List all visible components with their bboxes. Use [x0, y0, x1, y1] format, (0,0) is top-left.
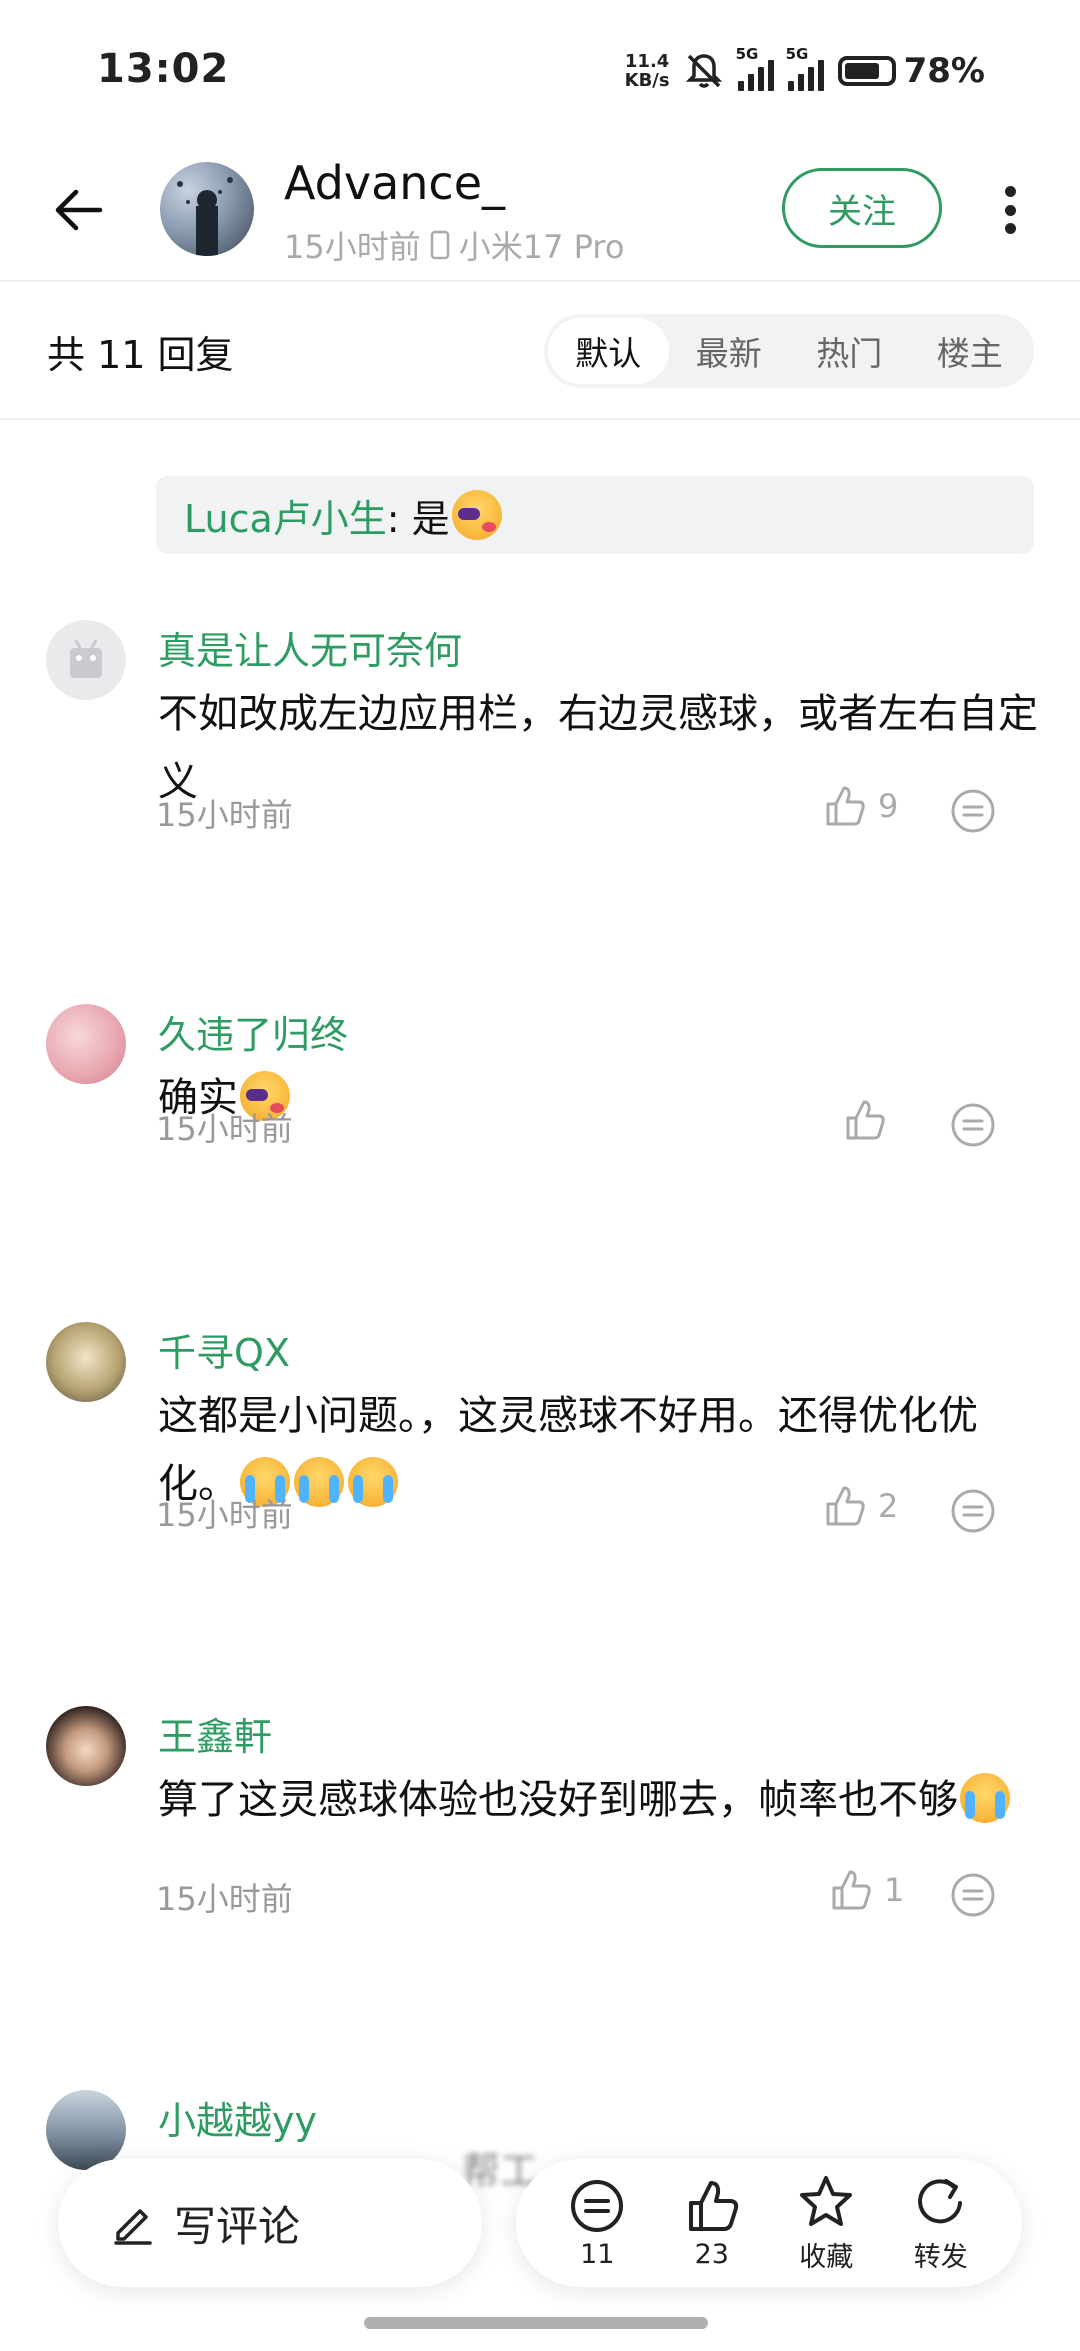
quoted-reply[interactable]: Luca卢小生 : 是 — [156, 476, 1034, 554]
write-comment-button[interactable]: 写评论 — [58, 2159, 482, 2287]
author-avatar[interactable] — [160, 162, 254, 256]
comment-avatar[interactable] — [46, 1706, 126, 1786]
like-button[interactable]: 2 — [820, 1482, 898, 1530]
comment-author[interactable]: 小越越yy — [158, 2090, 317, 2145]
post-meta: 15小时前 小米17 Pro — [284, 222, 624, 268]
comment-author[interactable]: 真是让人无可奈何 — [158, 620, 462, 675]
like-button[interactable]: 1 — [826, 1866, 904, 1914]
share-action[interactable]: 转发 — [893, 2173, 989, 2274]
signal-1-icon: 5G — [736, 45, 774, 91]
comment-text: 算了这灵感球体验也没好到哪去，帧率也不够 — [158, 1777, 958, 1823]
write-comment-label: 写评论 — [174, 2201, 301, 2251]
reply-button[interactable] — [948, 1870, 998, 1920]
post-time: 15小时前 — [284, 228, 421, 266]
comment-time: 15小时前 — [156, 1110, 293, 1148]
more-options-button[interactable] — [995, 180, 1025, 240]
comment-item: 久违了归终 确实 15小时前 — [0, 1004, 1080, 1204]
comment-text-wrap: 算了这灵感球体验也没好到哪去，帧率也不够 — [158, 1766, 1038, 1834]
status-time: 13:02 — [97, 46, 230, 92]
battery-indicator: 78% — [837, 51, 985, 91]
signal-2-icon: 5G — [786, 45, 824, 91]
like-count: 2 — [878, 1487, 899, 1525]
comment-avatar[interactable] — [46, 1322, 126, 1402]
favorite-action[interactable]: 收藏 — [778, 2173, 874, 2274]
tab-default[interactable]: 默认 — [548, 318, 669, 384]
thumb-up-icon — [826, 786, 865, 826]
comment-avatar[interactable] — [46, 1004, 126, 1084]
follow-button[interactable]: 关注 — [782, 168, 942, 248]
comment-time: 15小时前 — [156, 1496, 293, 1534]
thumb-up-icon — [832, 1870, 871, 1910]
post-header: Advance_ 15小时前 小米17 Pro 关注 — [0, 140, 1080, 282]
comment-bubble-icon — [951, 789, 995, 833]
likes-count: 23 — [694, 2238, 729, 2270]
more-dot-icon — [1004, 223, 1016, 234]
avatar-image — [177, 177, 233, 256]
phone-icon — [430, 230, 449, 260]
comment-item: 千寻QX 这都是小问题。，这灵感球不好用。还得优化优化。 15小时前 2 — [0, 1322, 1080, 1582]
share-label: 转发 — [913, 2241, 968, 2273]
tab-hot[interactable]: 热门 — [789, 318, 910, 384]
replies-bar: 共 11 回复 默认 最新 热门 楼主 — [0, 284, 1080, 420]
shy-emoji-icon — [451, 490, 502, 540]
like-count: 1 — [884, 1871, 905, 1909]
comment-item: 王鑫軒 算了这灵感球体验也没好到哪去，帧率也不够 15小时前 1 — [0, 1706, 1080, 1966]
tab-latest[interactable]: 最新 — [669, 318, 790, 384]
comment-bubble-icon — [951, 1873, 995, 1917]
author-name[interactable]: Advance_ — [284, 156, 505, 210]
comments-action[interactable]: 11 — [549, 2177, 645, 2270]
comment-author[interactable]: 千寻QX — [158, 1322, 290, 1377]
comment-list[interactable]: Luca卢小生 : 是 真是让人无可奈何 不如改成左边应用栏，右边灵感球，或者左… — [0, 422, 1080, 2351]
reply-button[interactable] — [948, 1486, 998, 1536]
quoted-text: : 是 — [386, 496, 450, 541]
status-bar: 13:02 11.4 KB/s 5G 5G 78% — [0, 0, 1080, 140]
thumb-up-icon — [826, 1486, 865, 1526]
like-action[interactable]: 23 — [664, 2177, 760, 2270]
star-icon — [800, 2175, 853, 2226]
replies-count: 共 11 回复 — [47, 333, 234, 377]
status-icons: 11.4 KB/s 5G 5G 78% — [624, 45, 985, 94]
like-button[interactable] — [840, 1096, 888, 1144]
comment-bubble-icon — [571, 2179, 624, 2232]
comment-bubble-icon — [951, 1489, 995, 1533]
comment-bubble-icon — [951, 1103, 995, 1147]
crying-emoji-icon — [348, 1457, 398, 1507]
back-arrow-icon — [55, 189, 103, 231]
comment-time: 15小时前 — [156, 796, 293, 834]
more-dot-icon — [1004, 186, 1016, 197]
favorite-label: 收藏 — [799, 2241, 854, 2273]
thumb-up-icon — [846, 1100, 885, 1140]
like-button[interactable]: 9 — [820, 782, 898, 830]
reply-button[interactable] — [948, 786, 998, 836]
more-dot-icon — [1004, 204, 1016, 216]
back-button[interactable] — [50, 180, 110, 240]
network-speed: 11.4 KB/s — [624, 51, 670, 91]
comments-count: 11 — [580, 2238, 615, 2270]
thumb-up-icon — [688, 2180, 738, 2231]
quoted-user[interactable]: Luca卢小生 — [184, 488, 387, 543]
mute-bell-icon — [685, 54, 722, 88]
post-actions: 11 23 收藏 转发 — [516, 2159, 1022, 2287]
share-arrow-icon — [917, 2178, 962, 2223]
device-name: 小米17 Pro — [458, 228, 625, 266]
home-indicator[interactable] — [364, 2317, 708, 2329]
crying-emoji-icon — [960, 1773, 1010, 1823]
comment-avatar[interactable] — [46, 2090, 126, 2170]
comment-avatar[interactable] — [46, 620, 126, 700]
comment-author[interactable]: 王鑫軒 — [158, 1706, 272, 1761]
comment-time: 15小时前 — [156, 1880, 293, 1918]
battery-icon — [837, 56, 896, 86]
sort-tabs: 默认 最新 热门 楼主 — [544, 314, 1034, 388]
default-avatar-icon — [70, 639, 102, 678]
reply-button[interactable] — [948, 1100, 998, 1150]
pen-icon — [114, 2209, 152, 2245]
tab-op[interactable]: 楼主 — [910, 318, 1031, 384]
comment-item: 真是让人无可奈何 不如改成左边应用栏，右边灵感球，或者左右自定义 15小时前 9 — [0, 620, 1080, 880]
like-count: 9 — [878, 787, 899, 825]
comment-author[interactable]: 久违了归终 — [158, 1004, 348, 1059]
crying-emoji-icon — [294, 1457, 344, 1507]
